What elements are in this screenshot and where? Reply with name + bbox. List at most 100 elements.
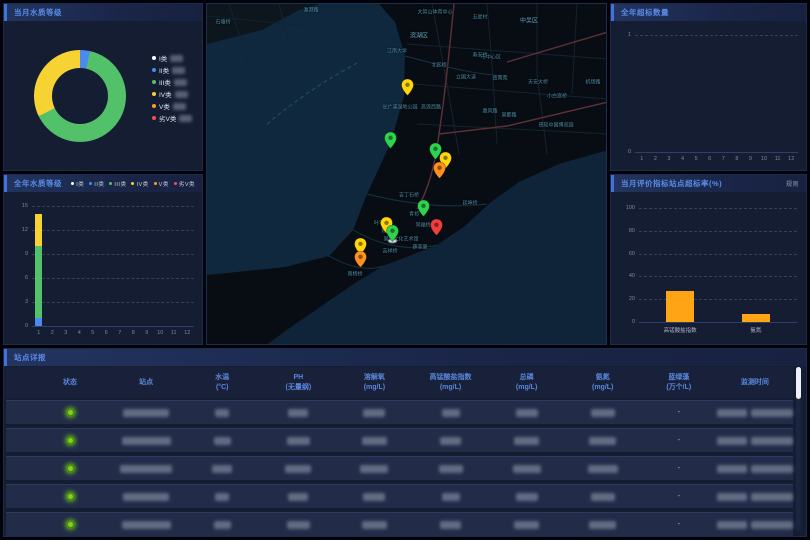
y-axis-tick: 80 (629, 228, 635, 234)
map-label: 吉祥桥 (382, 248, 397, 255)
legend-label: II类 (159, 65, 169, 75)
column-header-9: 监测时间 (717, 378, 793, 387)
redacted-value (288, 409, 308, 417)
table-cell: - (641, 521, 717, 528)
table-cell (32, 520, 108, 529)
redacted-value (362, 437, 387, 445)
table-cell (108, 409, 184, 417)
table-row[interactable]: - (6, 428, 793, 452)
redacted-time (751, 465, 793, 473)
legend-item[interactable]: 劣V类 (152, 112, 192, 124)
scrollbar-thumb[interactable] (796, 367, 801, 399)
redacted-value (513, 465, 541, 473)
x-axis-tick: 2 (51, 330, 54, 336)
y-axis-tick: 20 (629, 296, 635, 302)
redacted-time (751, 437, 793, 445)
table-scrollbar[interactable] (796, 367, 801, 531)
table-row[interactable]: - (6, 456, 793, 480)
panel-title-text: 全年超标数量 (621, 7, 669, 18)
legend-item[interactable]: II类 (152, 64, 192, 76)
table-cell (412, 465, 488, 473)
station-pin-icon[interactable] (354, 251, 367, 268)
table-cell (412, 493, 488, 501)
table-row[interactable]: - (6, 512, 793, 536)
table-cell (489, 465, 565, 473)
redacted-value (440, 521, 461, 529)
legend-item[interactable]: II类 (89, 180, 104, 188)
panel-exceed-rate-title: 当月评价指标站点超标率(%) 规则 (611, 175, 806, 192)
legend-dot (152, 104, 156, 108)
table-cell (336, 465, 412, 473)
table-row[interactable]: - (6, 400, 793, 424)
rate-bar[interactable] (666, 291, 694, 322)
station-pin-icon[interactable] (433, 162, 446, 179)
redacted-value (120, 465, 172, 473)
station-pin-icon[interactable] (401, 79, 414, 96)
legend-item[interactable]: I类 (71, 180, 84, 188)
redacted-value (516, 493, 538, 501)
table-cell (565, 465, 641, 473)
map-canvas (207, 4, 607, 345)
map-label: 薛家里 (412, 244, 427, 251)
gridline (639, 208, 797, 209)
map-label: 大箕山体育中心 (417, 9, 452, 16)
legend-item[interactable]: III类 (109, 180, 126, 188)
stacked-bar-segment[interactable] (35, 246, 42, 318)
redacted-value (123, 409, 169, 417)
table-cell (717, 521, 793, 529)
map-label: 中吴区 (520, 16, 538, 25)
rate-bar[interactable] (742, 314, 770, 322)
column-header-5: 高锰酸盐指数(mg/L) (412, 373, 488, 392)
map-label: 同福桥 (415, 222, 430, 229)
status-indicator (66, 492, 75, 501)
y-axis-tick: 40 (629, 273, 635, 279)
legend-item[interactable]: IV类 (152, 88, 192, 100)
map-label: 岳南苑 (492, 75, 507, 82)
table-cell: - (641, 409, 717, 416)
redacted-value (214, 521, 231, 529)
legend-item[interactable]: 劣V类 (174, 180, 195, 188)
redacted-value (514, 521, 539, 529)
donut-legend: I类II类III类IV类V类劣V类 (152, 52, 192, 124)
panel-monthly-grade-title: 当月水质等级 (4, 4, 202, 21)
legend-dot (71, 182, 74, 185)
legend-item[interactable]: V类 (154, 180, 169, 188)
station-pin-icon[interactable] (384, 132, 397, 149)
table-cell (717, 465, 793, 473)
panel-title-text: 站点详报 (14, 352, 46, 363)
station-pin-icon[interactable] (386, 225, 399, 242)
legend-label: IV类 (159, 89, 172, 99)
redacted-value (589, 521, 616, 529)
x-axis-tick: 9 (145, 330, 148, 336)
table-body: - - - - - (6, 400, 793, 540)
table-cell (336, 437, 412, 445)
status-indicator (66, 520, 75, 529)
table-cell (108, 521, 184, 529)
table-cell (565, 437, 641, 445)
map-label: 小白宫桥 (547, 93, 567, 100)
column-header-8: 蓝绿藻(万个/L) (641, 373, 717, 392)
legend-item[interactable]: III类 (152, 76, 192, 88)
column-header-7: 氨氮(mg/L) (565, 373, 641, 392)
map-label: 南杨桥 (347, 271, 362, 278)
column-header-status: 状态 (32, 378, 108, 387)
panel-title-text: 当月水质等级 (14, 7, 62, 18)
legend-label: III类 (114, 180, 126, 188)
legend-item[interactable]: V类 (152, 100, 192, 112)
table-row[interactable]: - (6, 484, 793, 508)
legend-item[interactable]: IV类 (131, 180, 148, 188)
legend-dot (152, 116, 156, 120)
rule-link[interactable]: 规则 (786, 179, 799, 188)
legend-item[interactable]: I类 (152, 52, 192, 64)
table-cell: - (641, 437, 717, 444)
stacked-bar-segment[interactable] (35, 318, 42, 326)
stacked-bar-segment[interactable] (35, 214, 42, 246)
redacted-value (362, 521, 387, 529)
station-pin-icon[interactable] (430, 219, 443, 236)
station-pin-icon[interactable] (417, 200, 430, 217)
station-table-title: 站点详报 (4, 349, 806, 366)
y-axis-tick: 1 (628, 32, 631, 38)
redacted-date (717, 437, 747, 445)
station-map[interactable]: 石塘桥渔港路大箕山体育中心中吴区五星村滨湖区市中心区岳南苑天安大桥机场路小白宫桥… (206, 3, 607, 345)
legend-dot (131, 182, 134, 185)
